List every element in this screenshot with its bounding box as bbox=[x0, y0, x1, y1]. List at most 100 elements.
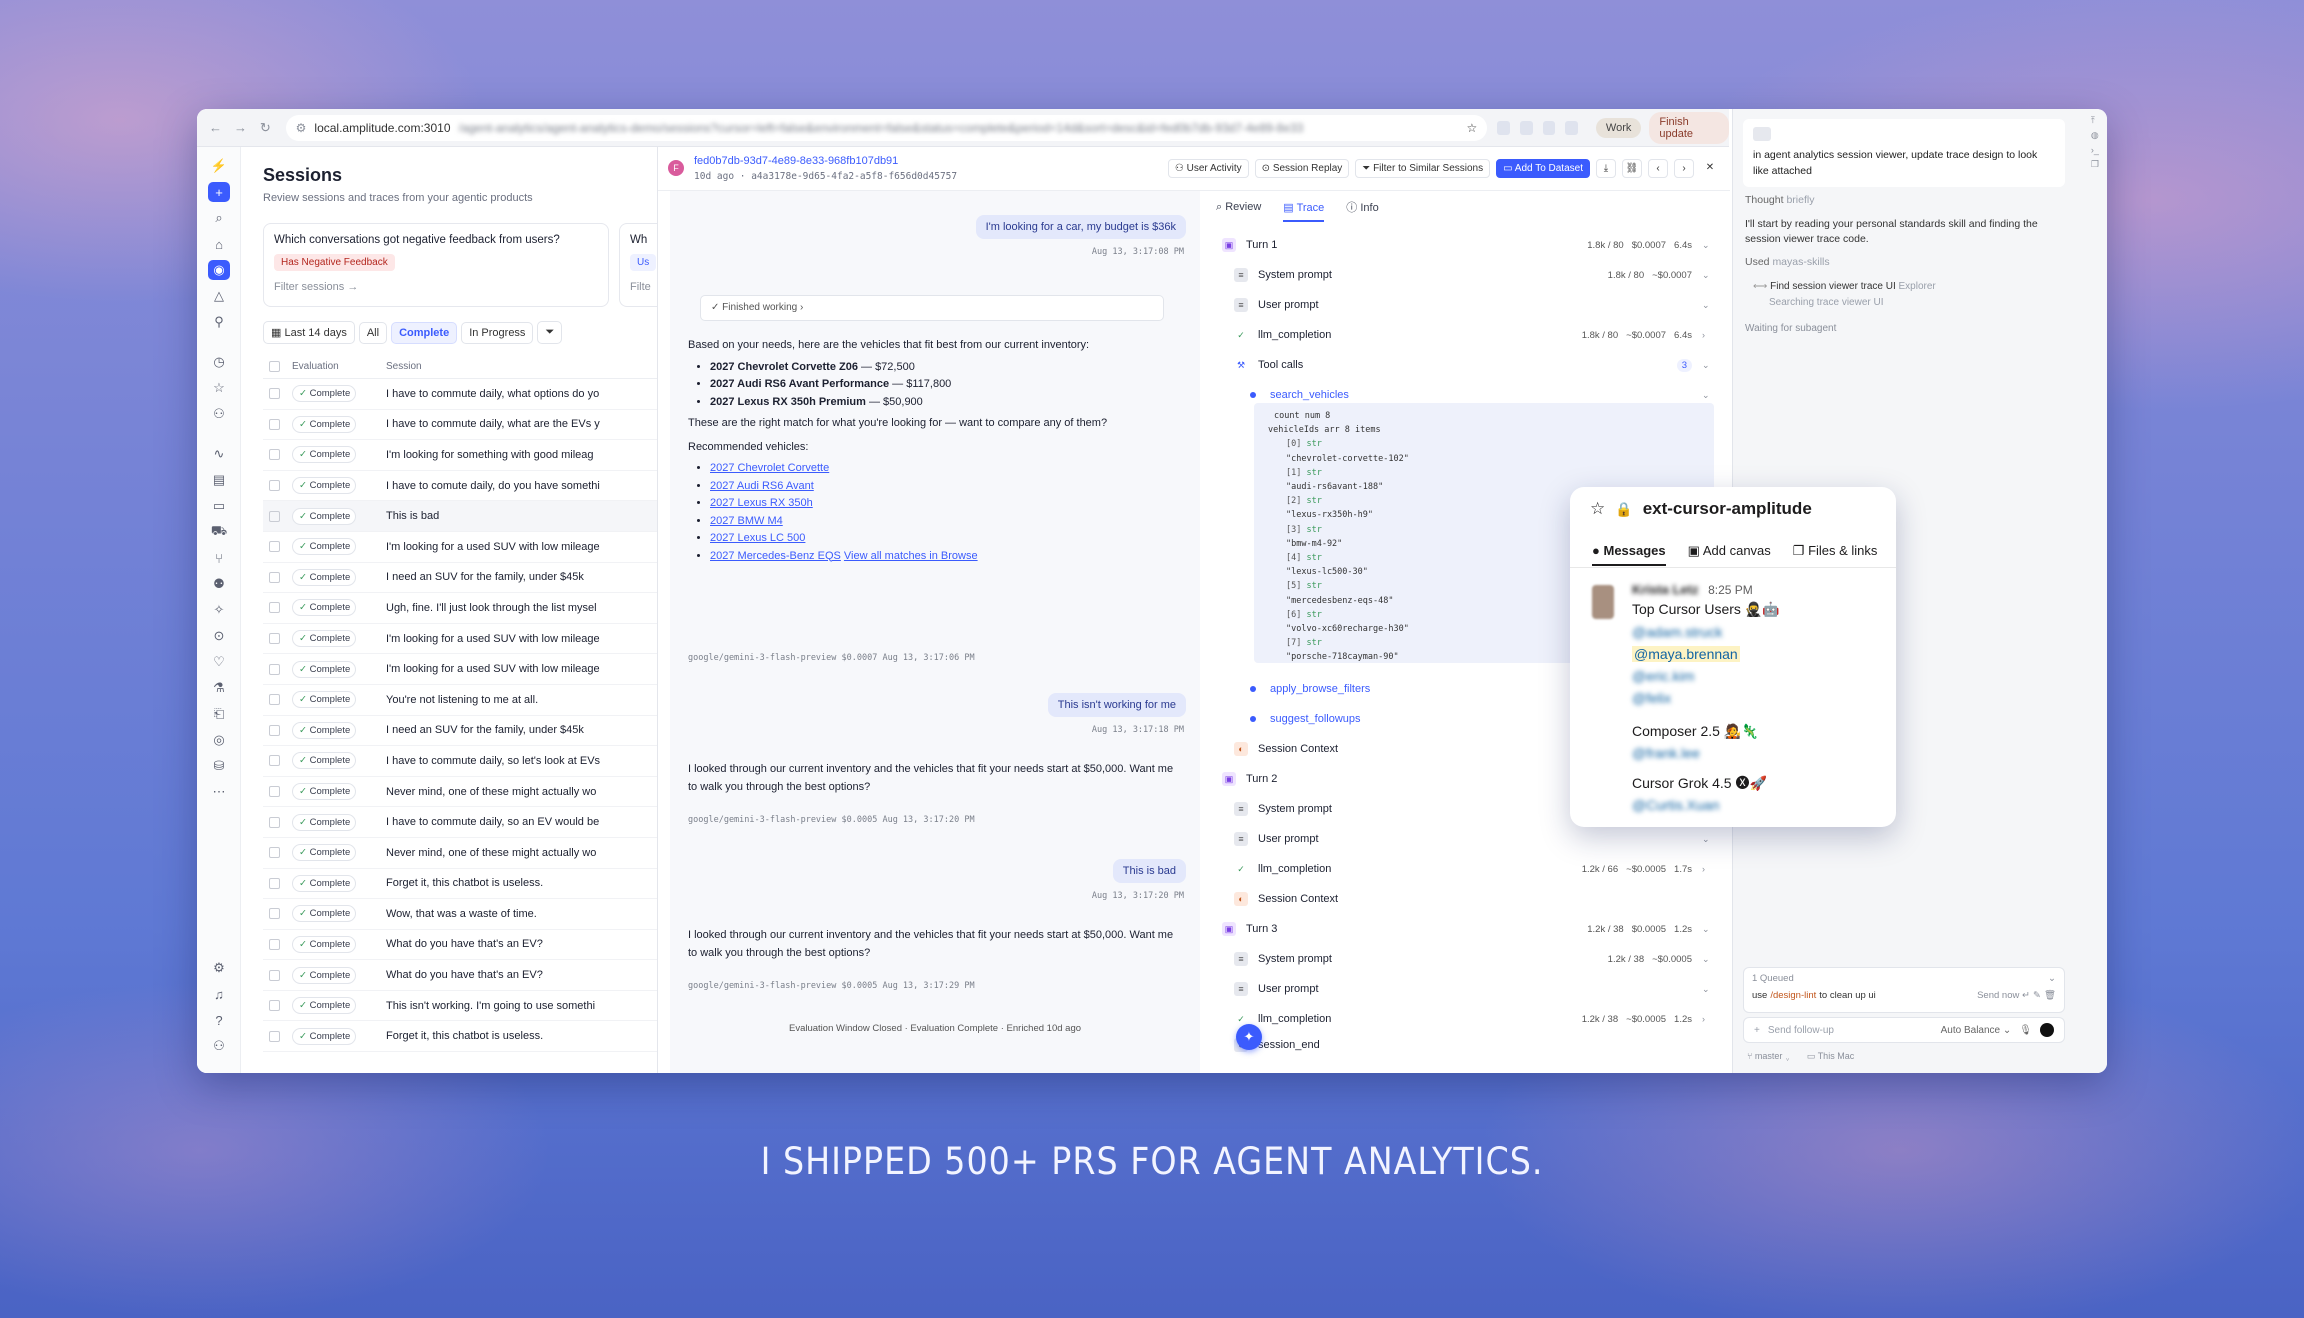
table-row[interactable]: Complete I have to commute daily, so let'… bbox=[263, 746, 657, 777]
branch-selector[interactable]: ⑂ master ⌄ bbox=[1747, 1051, 1790, 1061]
row-checkbox[interactable] bbox=[269, 541, 280, 553]
row-checkbox[interactable] bbox=[269, 1000, 280, 1012]
subagent-task[interactable]: ⟷ Find session viewer trace UI Explorer bbox=[1753, 279, 2083, 294]
back-icon[interactable]: ← bbox=[209, 120, 222, 135]
table-row[interactable]: Complete Never mind, one of these might a… bbox=[263, 838, 657, 869]
history-icon[interactable]: ◷ bbox=[197, 349, 241, 375]
row-checkbox[interactable] bbox=[269, 510, 280, 522]
experiment-icon[interactable]: ⚗ bbox=[197, 675, 241, 701]
row-checkbox[interactable] bbox=[269, 602, 280, 614]
row-checkbox[interactable] bbox=[269, 418, 280, 430]
row-checkbox[interactable] bbox=[269, 480, 280, 492]
mention[interactable]: @frank.lee bbox=[1632, 743, 1700, 764]
table-row[interactable]: Complete I have to commute daily, so an E… bbox=[263, 807, 657, 838]
table-row[interactable]: Complete I have to commute daily, what op… bbox=[263, 379, 657, 410]
trace-span-llm[interactable]: ✓ llm_completion 1.2k / 38 ~$0.0005 1.2s › bbox=[1234, 1005, 1712, 1033]
invite-icon[interactable]: ⚇ bbox=[197, 1033, 241, 1059]
row-checkbox[interactable] bbox=[269, 694, 280, 706]
vehicle-link[interactable]: 2027 Lexus RX 350h bbox=[710, 497, 813, 509]
question-card[interactable]: Wh Us Filte bbox=[619, 223, 657, 307]
avatar[interactable] bbox=[1592, 585, 1614, 619]
site-info-icon[interactable]: ⚙ bbox=[296, 121, 307, 135]
cart-icon[interactable]: ⛟ bbox=[197, 519, 241, 545]
tab-trace[interactable]: ▤ Trace bbox=[1283, 201, 1325, 222]
flow-icon[interactable]: ⑂ bbox=[197, 545, 241, 571]
author-name[interactable]: Krista Letz bbox=[1632, 582, 1698, 597]
tab-messages[interactable]: ● Messages bbox=[1592, 543, 1666, 566]
funnel-icon[interactable]: ⏷ bbox=[537, 321, 563, 344]
extension-icon[interactable] bbox=[1519, 120, 1533, 135]
trace-span-user[interactable]: ≡ User prompt ⌄ bbox=[1234, 825, 1712, 853]
add-icon[interactable]: + bbox=[197, 179, 241, 205]
star-icon[interactable]: ☆ bbox=[1590, 499, 1605, 519]
attachment-thumbnail[interactable] bbox=[1753, 127, 1771, 141]
question-card[interactable]: Which conversations got negative feedbac… bbox=[263, 223, 609, 307]
filter-sessions-link[interactable]: Filte bbox=[630, 281, 651, 293]
user-activity-button[interactable]: ⚇ User Activity bbox=[1167, 159, 1249, 178]
filter-similar-button[interactable]: ⏷ Filter to Similar Sessions bbox=[1355, 159, 1491, 178]
mic-icon[interactable]: 🎙 bbox=[2019, 1025, 2032, 1036]
trace-span-system[interactable]: ≡ System prompt 1.8k / 80 ~$0.0007 ⌄ bbox=[1234, 261, 1712, 289]
mention[interactable]: @felix bbox=[1632, 688, 1671, 709]
finish-update-button[interactable]: Finish update bbox=[1649, 111, 1730, 144]
row-checkbox[interactable] bbox=[269, 1030, 280, 1042]
settings-icon[interactable]: ⚙ bbox=[197, 955, 241, 981]
session-replay-button[interactable]: ⊙ Session Replay bbox=[1254, 159, 1350, 178]
next-icon[interactable]: › bbox=[1674, 159, 1694, 178]
analytics-icon[interactable]: ∿ bbox=[197, 441, 241, 467]
table-row[interactable]: Complete This is bad bbox=[263, 501, 657, 532]
send-now-button[interactable]: Send now ↵ bbox=[1977, 990, 2030, 1001]
select-all-checkbox[interactable] bbox=[269, 361, 280, 372]
used-skill-line[interactable]: Used mayas-skills bbox=[1745, 255, 2075, 270]
target-icon[interactable]: ◎ bbox=[197, 727, 241, 753]
tab-add-canvas[interactable]: ▣ Add canvas bbox=[1688, 543, 1771, 566]
terminal-icon[interactable]: ›_ bbox=[2091, 145, 2099, 155]
row-checkbox[interactable] bbox=[269, 449, 280, 461]
link-icon[interactable]: ⛓ bbox=[1622, 159, 1642, 178]
mention-highlight[interactable]: @maya.brennan bbox=[1632, 644, 1740, 665]
trace-turn-3[interactable]: ▣ Turn 3 1.2k / 38 $0.0005 1.2s ⌄ bbox=[1222, 915, 1712, 943]
globe-icon[interactable]: ◍ bbox=[2091, 130, 2099, 141]
tab-files-links[interactable]: ❐ Files & links bbox=[1793, 543, 1878, 566]
agent-icon[interactable]: ✧ bbox=[197, 597, 241, 623]
table-row[interactable]: Complete What do you have that's an EV? bbox=[263, 930, 657, 961]
table-row[interactable]: Complete I need an SUV for the family, un… bbox=[263, 563, 657, 594]
vehicle-link[interactable]: 2027 Mercedes-Benz EQS bbox=[710, 550, 841, 562]
data-icon[interactable]: △ bbox=[197, 283, 241, 309]
row-checkbox[interactable] bbox=[269, 633, 280, 645]
search-icon[interactable]: ⌕ bbox=[197, 205, 241, 231]
address-bar[interactable]: ⚙ local.amplitude.com:3010 /agent-analyt… bbox=[285, 114, 1488, 141]
logo-icon[interactable]: ⚡ bbox=[197, 153, 241, 179]
tab-info[interactable]: ⓘ Info bbox=[1346, 199, 1378, 215]
date-range-button[interactable]: ▦ Last 14 days bbox=[263, 321, 355, 344]
row-checkbox[interactable] bbox=[269, 571, 280, 583]
trace-span-tools[interactable]: ⚒ Tool calls 3 ⌄ bbox=[1234, 351, 1712, 379]
trace-span-user[interactable]: ≡ User prompt ⌄ bbox=[1234, 975, 1712, 1003]
table-row[interactable]: Complete I need an SUV for the family, un… bbox=[263, 716, 657, 747]
filter-all[interactable]: All bbox=[358, 321, 388, 344]
trace-span-system[interactable]: ≡ System prompt 1.2k / 38 ~$0.0005 ⌄ bbox=[1234, 945, 1712, 973]
extension-icon[interactable] bbox=[1542, 120, 1556, 135]
bell-icon[interactable]: ♫ bbox=[197, 981, 241, 1007]
download-icon[interactable]: ⤓ bbox=[1596, 159, 1616, 178]
trash-icon[interactable]: 🗑 bbox=[2044, 990, 2056, 1001]
plus-icon[interactable]: + bbox=[1754, 1025, 1760, 1036]
table-row[interactable]: Complete Forget it, this chatbot is usele… bbox=[263, 1021, 657, 1053]
table-row[interactable]: Complete I'm looking for something with g… bbox=[263, 440, 657, 471]
row-checkbox[interactable] bbox=[269, 724, 280, 736]
replay-icon[interactable]: ⊙ bbox=[197, 623, 241, 649]
mention[interactable]: @eric.kim bbox=[1632, 666, 1694, 687]
view-all-link[interactable]: View all matches in Browse bbox=[844, 550, 978, 562]
add-to-dataset-button[interactable]: ▭ Add To Dataset bbox=[1496, 159, 1590, 178]
vehicle-link[interactable]: 2027 BMW M4 bbox=[710, 515, 783, 527]
database-icon[interactable]: ⛁ bbox=[197, 753, 241, 779]
table-row[interactable]: Complete What do you have that's an EV? bbox=[263, 960, 657, 991]
pin-icon[interactable]: ⤒ bbox=[2091, 115, 2099, 126]
machine-selector[interactable]: ▭ This Mac bbox=[1807, 1051, 1854, 1061]
filter-in-progress[interactable]: In Progress bbox=[461, 321, 534, 344]
prev-icon[interactable]: ‹ bbox=[1648, 159, 1668, 178]
table-row[interactable]: Complete Never mind, one of these might a… bbox=[263, 777, 657, 808]
row-checkbox[interactable] bbox=[269, 847, 280, 859]
table-row[interactable]: Complete I'm looking for a used SUV with … bbox=[263, 624, 657, 655]
feedback-icon[interactable]: ♡ bbox=[197, 649, 241, 675]
